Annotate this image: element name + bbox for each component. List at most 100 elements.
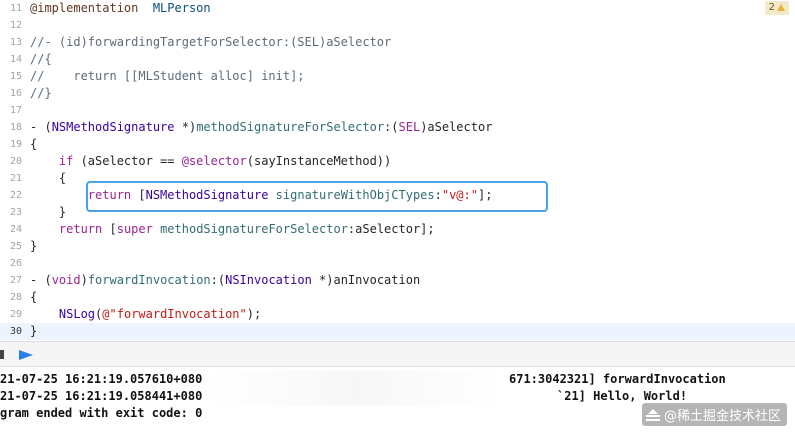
code-line[interactable]: 25} (0, 238, 795, 255)
issue-count: 2 (768, 2, 775, 13)
code-line[interactable]: 18 - (NSMethodSignature *)methodSignature… (0, 119, 795, 136)
code-text: //{ (30, 51, 765, 68)
code-token: forwardInvocation (87, 273, 211, 287)
code-token: if (58, 154, 74, 168)
code-line[interactable]: 24 return [super methodSignatureForSelec… (0, 221, 795, 238)
code-line[interactable]: 28 { (0, 289, 795, 306)
console-line-right: 671:3042321] forwardInvocation (509, 372, 726, 386)
code-token: void (51, 273, 81, 287)
code-token: //{ (30, 52, 52, 66)
code-text: return [NSMethodSignature signatureWithO… (30, 187, 765, 204)
code-text: } (30, 323, 765, 340)
code-text: } (30, 204, 765, 221)
code-token: :( (210, 273, 226, 287)
line-number: 16 (9, 88, 22, 99)
warning-icon (777, 3, 785, 11)
line-number: 24 (9, 224, 22, 235)
code-line[interactable]: 26 (0, 255, 795, 272)
issue-count-badge[interactable]: 2 (764, 1, 789, 15)
code-token: [ (131, 188, 146, 202)
code-line[interactable]: 15 // return [[MLStudent alloc] init]; (0, 68, 795, 85)
line-number: 30 (9, 326, 22, 337)
code-token: )aSelector (420, 120, 493, 134)
code-line[interactable]: 17 (0, 102, 795, 119)
line-number: 22 (9, 190, 22, 201)
code-token: (sayInstanceMethod)) (246, 154, 392, 168)
code-text: - (NSMethodSignature *)methodSignatureFo… (30, 119, 765, 136)
line-number: 29 (9, 309, 22, 320)
code-token: SEL (398, 120, 421, 134)
code-token: MLPerson (152, 1, 211, 15)
code-token: //} (30, 86, 52, 100)
line-number: 21 (9, 173, 22, 184)
watermark-text: @稀土掘金技术社区 (663, 409, 781, 424)
code-line[interactable]: 12 (0, 17, 795, 34)
code-line[interactable]: 11 @implementation MLPerson (0, 0, 795, 17)
code-token: [ (102, 222, 117, 236)
console-line-left: 21-07-25 16:21:19.057610+080 (0, 372, 203, 386)
redacted-region (206, 371, 506, 388)
code-token: *)anInvocation (311, 273, 421, 287)
code-line[interactable]: 13 //- (id)forwardingTargetForSelector:(S… (0, 34, 795, 51)
line-number: 14 (9, 54, 22, 65)
juejin-logo-icon (645, 408, 660, 421)
code-token: NSMethodSignature (145, 188, 269, 202)
code-token: methodSignatureForSelector (160, 222, 348, 236)
code-text: { (30, 289, 765, 306)
code-token: : (434, 188, 442, 202)
code-token: signatureWithObjCTypes (275, 188, 435, 202)
code-token: *) (174, 120, 197, 134)
code-token: (aSelector == (73, 154, 182, 168)
code-text: - (void)forwardInvocation:(NSInvocation … (30, 272, 765, 289)
code-line[interactable]: 30} (0, 323, 795, 340)
code-token: } (30, 205, 67, 219)
code-line[interactable]: 19 { (0, 136, 795, 153)
code-line[interactable]: 27 - (void)forwardInvocation:(NSInvocatio… (0, 272, 795, 289)
code-token: { (30, 137, 38, 151)
code-token: - ( (30, 120, 52, 134)
code-line[interactable]: 29 NSLog(@"forwardInvocation"); (0, 306, 795, 323)
code-token: return (87, 188, 132, 202)
code-token: NSLog (58, 307, 96, 321)
source-editor[interactable]: 30} 29 NSLog(@"forwardInvocation"); 28{27-… (0, 0, 795, 341)
debug-area-toggle-icon[interactable] (0, 350, 4, 359)
line-number: 20 (9, 156, 22, 167)
code-token: :aSelector]; (347, 222, 435, 236)
code-line[interactable]: 14 //{ (0, 51, 795, 68)
line-number: 12 (9, 20, 22, 31)
code-token: { (30, 171, 67, 185)
code-token: @implementation (30, 1, 139, 15)
code-line[interactable]: 22 return [NSMethodSignature signatureWi… (0, 187, 795, 204)
line-number: 11 (9, 3, 22, 14)
code-text: // return [[MLStudent alloc] init]; (30, 68, 765, 85)
code-line[interactable]: 20 if (aSelector == @selector(sayInstanc… (0, 153, 795, 170)
line-number: 28 (9, 292, 22, 303)
code-line[interactable]: 23 } (0, 204, 795, 221)
code-line[interactable]: 21 { (0, 170, 795, 187)
line-number: 13 (9, 37, 22, 48)
code-token: @selector (181, 154, 247, 168)
code-text: @implementation MLPerson (30, 0, 765, 17)
code-text: return [super methodSignatureForSelector… (30, 221, 765, 238)
code-token: "v@:" (441, 188, 478, 202)
code-token: :( (384, 120, 399, 134)
code-token: return (58, 222, 103, 236)
line-number: 17 (9, 105, 22, 116)
code-token: ) (80, 273, 88, 287)
code-token: methodSignatureForSelector (196, 120, 385, 134)
line-number: 27 (9, 275, 22, 286)
debug-bar (0, 341, 795, 367)
code-text: NSLog(@"forwardInvocation"); (30, 306, 765, 323)
line-number: 25 (9, 241, 22, 252)
code-token: ); (246, 307, 262, 321)
code-line[interactable]: 16 //} (0, 85, 795, 102)
code-token: super (116, 222, 153, 236)
continue-execution-icon[interactable] (19, 350, 33, 360)
